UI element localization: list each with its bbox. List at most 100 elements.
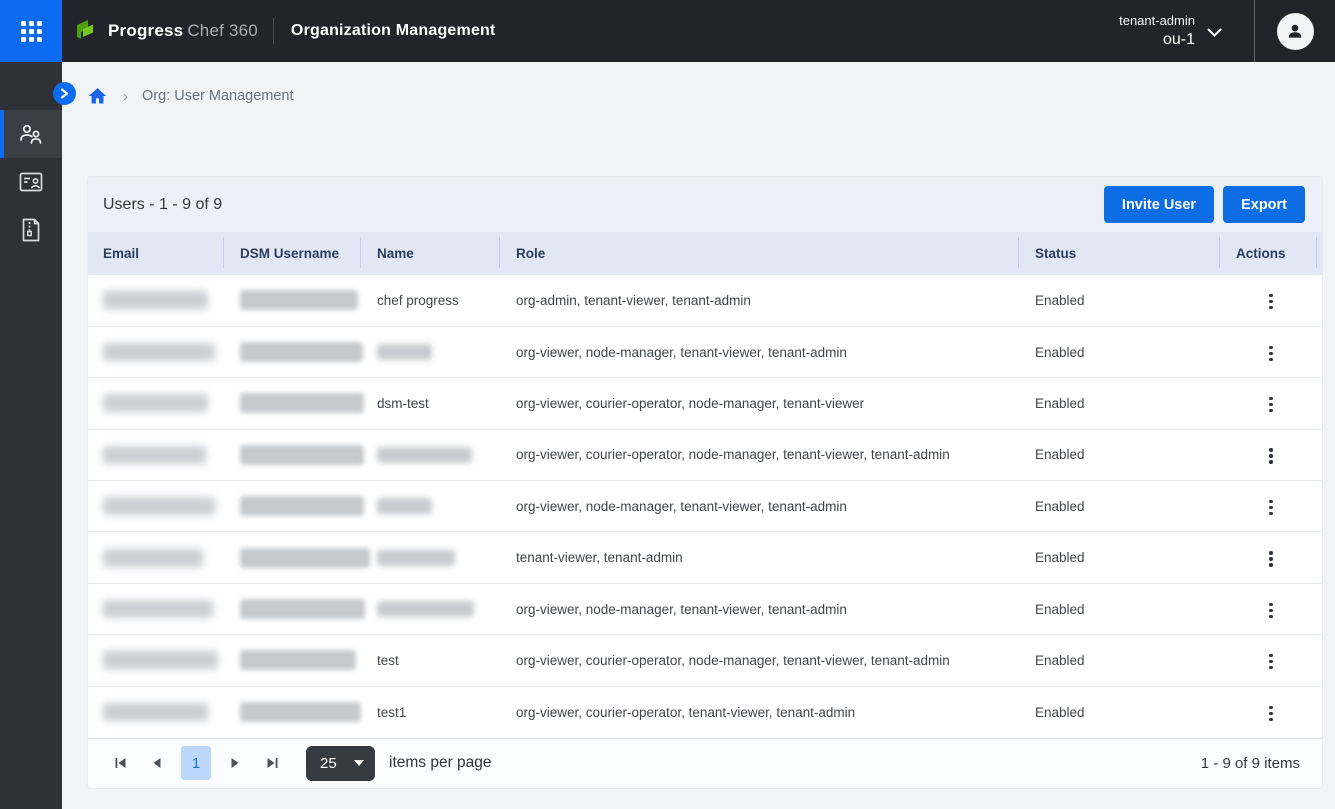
sidebar-item-user-management[interactable] [0, 110, 62, 158]
status-cell: Enabled [1019, 378, 1220, 429]
page-size-value: 25 [320, 755, 337, 772]
chevron-right-icon [230, 757, 240, 769]
role-cell: org-viewer, courier-operator, node-manag… [500, 429, 1019, 480]
redacted-dsm-username [240, 548, 370, 568]
row-actions-menu-button[interactable] [1259, 545, 1282, 572]
users-table: Email DSM Username Name Role Status Acti… [88, 232, 1322, 738]
redacted-email [103, 394, 208, 412]
column-header-name: Name [361, 232, 500, 275]
progress-logo-icon [76, 20, 100, 42]
app-root: Progress Chef 360 Organization Managemen… [0, 0, 1335, 809]
redacted-email [103, 343, 215, 361]
redacted-dsm-username [240, 496, 364, 516]
name-cell: test1 [361, 686, 500, 737]
dsm-username-cell [224, 532, 361, 583]
redacted-email [103, 549, 203, 567]
name-cell: chef progress [361, 275, 500, 326]
email-cell [88, 378, 224, 429]
row-actions-menu-button[interactable] [1259, 442, 1282, 469]
actions-cell [1220, 326, 1322, 377]
row-actions-menu-button[interactable] [1259, 494, 1282, 521]
redacted-email [103, 703, 208, 721]
role-cell: org-viewer, node-manager, tenant-viewer,… [500, 583, 1019, 634]
actions-cell [1220, 686, 1322, 737]
table-row: chef progress org-admin, tenant-viewer, … [88, 275, 1322, 326]
breadcrumb-current: Org: User Management [142, 88, 294, 104]
pagination-bar: 1 25 items per page 1 - 9 of 9 items [88, 738, 1322, 788]
role-cell: org-admin, tenant-viewer, tenant-admin [500, 275, 1019, 326]
top-bar: Progress Chef 360 Organization Managemen… [0, 0, 1335, 62]
tenant-role-label: tenant-admin [1119, 12, 1195, 29]
export-button[interactable]: Export [1223, 186, 1305, 223]
waffle-icon [21, 21, 42, 42]
sidebar-item-roles[interactable] [0, 158, 62, 206]
redacted-dsm-username [240, 599, 365, 619]
actions-cell [1220, 635, 1322, 686]
email-cell [88, 583, 224, 634]
row-actions-menu-button[interactable] [1259, 288, 1282, 315]
row-actions-menu-button[interactable] [1259, 700, 1282, 727]
user-name: test [377, 653, 399, 668]
home-icon[interactable] [88, 87, 107, 105]
table-header-row: Email DSM Username Name Role Status Acti… [88, 232, 1322, 275]
status-cell: Enabled [1019, 635, 1220, 686]
first-page-button[interactable] [107, 750, 133, 776]
last-page-button[interactable] [259, 750, 285, 776]
user-name: test1 [377, 705, 406, 720]
name-cell: test [361, 635, 500, 686]
users-table-body: chef progress org-admin, tenant-viewer, … [88, 275, 1322, 738]
name-cell [361, 532, 500, 583]
row-actions-menu-button[interactable] [1259, 648, 1282, 675]
user-avatar[interactable] [1277, 13, 1314, 50]
table-row: org-viewer, node-manager, tenant-viewer,… [88, 583, 1322, 634]
name-cell [361, 429, 500, 480]
role-cell: org-viewer, courier-operator, node-manag… [500, 635, 1019, 686]
redacted-dsm-username [240, 290, 358, 310]
dsm-username-cell [224, 275, 361, 326]
dsm-username-cell [224, 583, 361, 634]
redacted-email [103, 651, 218, 669]
role-cell: org-viewer, courier-operator, node-manag… [500, 378, 1019, 429]
invite-user-button[interactable]: Invite User [1104, 186, 1214, 223]
row-actions-menu-button[interactable] [1259, 391, 1282, 418]
tenant-selector[interactable]: tenant-admin ou-1 [1119, 12, 1195, 50]
app-launcher-button[interactable] [0, 0, 62, 62]
status-cell: Enabled [1019, 275, 1220, 326]
items-summary: 1 - 9 of 9 items [1201, 755, 1300, 772]
column-header-role: Role [500, 232, 1019, 275]
role-cell: org-viewer, courier-operator, tenant-vie… [500, 686, 1019, 737]
id-card-icon [19, 171, 43, 193]
status-cell: Enabled [1019, 583, 1220, 634]
page-number-button[interactable]: 1 [181, 746, 211, 780]
org-unit-label: ou-1 [1163, 29, 1195, 50]
page-size-select[interactable]: 25 [306, 746, 375, 781]
email-cell [88, 429, 224, 480]
name-cell [361, 481, 500, 532]
status-cell: Enabled [1019, 532, 1220, 583]
table-row: test1 org-viewer, courier-operator, tena… [88, 686, 1322, 737]
previous-page-button[interactable] [144, 750, 170, 776]
redacted-dsm-username [240, 342, 363, 362]
first-page-icon [114, 757, 127, 769]
user-name: chef progress [377, 293, 459, 308]
person-icon [1285, 21, 1305, 41]
email-cell [88, 326, 224, 377]
redacted-email [103, 600, 213, 618]
column-header-actions: Actions [1220, 232, 1322, 275]
status-cell: Enabled [1019, 429, 1220, 480]
actions-cell [1220, 583, 1322, 634]
dsm-username-cell [224, 481, 361, 532]
dropdown-caret-icon [354, 760, 364, 766]
row-actions-menu-button[interactable] [1259, 597, 1282, 624]
next-page-button[interactable] [222, 750, 248, 776]
row-actions-menu-button[interactable] [1259, 340, 1282, 367]
actions-cell [1220, 275, 1322, 326]
chevron-down-icon[interactable] [1207, 25, 1222, 43]
redacted-email [103, 446, 206, 464]
sidebar-expand-button[interactable] [53, 82, 76, 105]
sidebar-item-invoices[interactable] [0, 206, 62, 254]
role-cell: org-viewer, node-manager, tenant-viewer,… [500, 326, 1019, 377]
chevron-right-icon [60, 88, 69, 99]
breadcrumb: › Org: User Management [88, 87, 294, 105]
column-header-email: Email [88, 232, 224, 275]
